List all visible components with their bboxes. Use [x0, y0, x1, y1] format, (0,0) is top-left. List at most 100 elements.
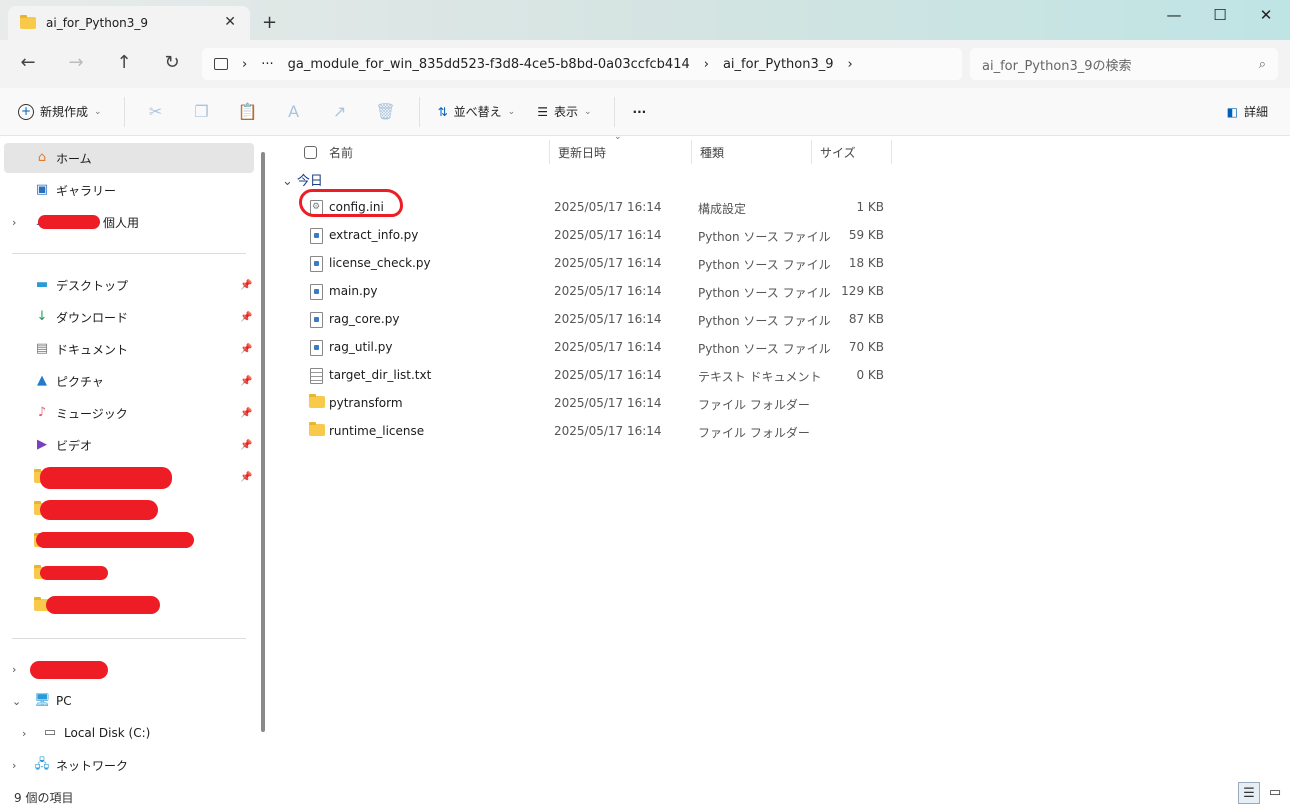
rename-icon[interactable]: A: [281, 102, 307, 121]
maximize-button[interactable]: ☐: [1205, 6, 1235, 24]
pin-icon[interactable]: 📌: [240, 472, 252, 483]
up-button[interactable]: ↑: [112, 52, 136, 73]
more-button[interactable]: ···: [633, 105, 647, 119]
file-type: テキスト ドキュメント: [698, 370, 822, 384]
back-button[interactable]: ←: [16, 52, 40, 73]
pin-icon[interactable]: 📌: [240, 440, 252, 451]
group-label: 今日: [296, 174, 323, 189]
file-name: license_check.py: [329, 256, 431, 270]
breadcrumb-overflow[interactable]: ···: [261, 57, 273, 72]
paste-icon[interactable]: 📋: [235, 102, 261, 121]
forward-button[interactable]: →: [64, 52, 88, 73]
details-view-button[interactable]: ☰: [1238, 782, 1260, 804]
close-tab-button[interactable]: ✕: [224, 14, 236, 30]
folder-icon: [20, 15, 36, 29]
chevron-right-icon[interactable]: ›: [22, 727, 26, 740]
file-row[interactable]: rag_core.py 2025/05/17 16:14 Python ソース ファ…: [272, 305, 892, 333]
copy-icon[interactable]: ❐: [189, 102, 215, 121]
column-label: 名前: [329, 145, 354, 160]
file-name: extract_info.py: [329, 228, 419, 242]
sidebar-item-redacted[interactable]: [0, 558, 260, 588]
status-bar: 9 個の項目: [0, 780, 1290, 807]
pin-icon[interactable]: 📌: [240, 312, 252, 323]
sidebar-item-redacted[interactable]: 📌: [0, 462, 260, 492]
file-size: 129 KB: [841, 284, 884, 298]
view-button[interactable]: ☰ 表示 ⌄: [537, 103, 591, 120]
sort-button[interactable]: ⇅ 並べ替え ⌄: [438, 103, 516, 120]
tab-ai-for-python[interactable]: ai_for_Python3_9 ✕: [8, 6, 250, 40]
file-row[interactable]: main.py 2025/05/17 16:14 Python ソース ファイル 12…: [272, 277, 892, 305]
chevron-right-icon[interactable]: ›: [12, 759, 16, 772]
sidebar-item-redacted[interactable]: ›: [0, 654, 260, 684]
pin-icon[interactable]: 📌: [240, 376, 252, 387]
new-button[interactable]: + 新規作成 ⌄: [18, 103, 102, 120]
navigation-pane: ⌂ホーム ▣ギャラリー ›☁個人用 ▬デスクトップ📌 ↓ダウンロード📌 ▤ドキュ…: [0, 137, 270, 780]
file-date: 2025/05/17 16:14: [554, 424, 662, 438]
details-label: 詳細: [1243, 105, 1268, 119]
divider: [12, 638, 246, 639]
file-type: ファイル フォルダー: [698, 398, 810, 412]
redaction: [40, 566, 108, 580]
close-window-button[interactable]: ✕: [1251, 6, 1281, 24]
pin-icon[interactable]: 📌: [240, 344, 252, 355]
new-tab-button[interactable]: +: [262, 12, 277, 33]
address-bar[interactable]: › ··· ga_module_for_win_835dd523-f3d8-4c…: [202, 48, 962, 80]
documents-icon: ▤: [35, 341, 49, 356]
pin-icon[interactable]: 📌: [240, 280, 252, 291]
file-size: 59 KB: [848, 228, 884, 242]
column-header-date[interactable]: 更新日時 ⌄: [550, 132, 692, 164]
chevron-down-icon: ⌄: [583, 106, 592, 117]
delete-icon[interactable]: 🗑: [373, 102, 399, 121]
sidebar-label: PC: [56, 694, 72, 708]
gallery-icon: ▣: [35, 182, 49, 197]
breadcrumb-ai-for-python[interactable]: ai_for_Python3_9: [723, 57, 834, 72]
details-pane-icon: ◧: [1226, 104, 1238, 119]
sort-label: 並べ替え: [453, 105, 502, 119]
file-row[interactable]: extract_info.py 2025/05/17 16:14 Python ソー…: [272, 221, 892, 249]
breadcrumb-ga-module[interactable]: ga_module_for_win_835dd523-f3d8-4ce5-b8b…: [288, 57, 690, 72]
column-label: 種類: [700, 145, 725, 160]
sidebar-item-home[interactable]: ⌂ ホーム: [4, 143, 254, 173]
file-date: 2025/05/17 16:14: [554, 340, 662, 354]
sidebar-scrollbar[interactable]: [261, 152, 265, 732]
breadcrumb-separator[interactable]: ›: [848, 57, 853, 72]
sidebar-label: ギャラリー: [56, 183, 117, 198]
share-icon[interactable]: ↗: [327, 102, 353, 121]
divider: [123, 96, 125, 127]
sidebar-item-redacted[interactable]: [0, 494, 260, 524]
file-row[interactable]: pytransform 2025/05/17 16:14 ファイル フォルダー: [272, 389, 892, 417]
column-header-type[interactable]: 種類: [692, 140, 812, 164]
breadcrumb-separator[interactable]: ›: [704, 57, 709, 72]
search-input[interactable]: ai_for_Python3_9の検索 ⌕: [970, 48, 1278, 80]
file-type: ファイル フォルダー: [698, 426, 810, 440]
chevron-right-icon[interactable]: ›: [12, 663, 16, 676]
column-header-name[interactable]: 名前: [296, 140, 550, 164]
minimize-button[interactable]: —: [1159, 6, 1189, 24]
details-button[interactable]: ◧ 詳細: [1227, 103, 1268, 120]
command-bar: + 新規作成 ⌄ ✂ ❐ 📋 A ↗ 🗑 ⇅ 並べ替え ⌄ ☰ 表示 ⌄ ··· ◧ 詳細: [0, 88, 1290, 136]
network-icon: 🖧: [34, 757, 50, 772]
sidebar-item-redacted[interactable]: [0, 590, 260, 620]
pin-icon[interactable]: 📌: [240, 408, 252, 419]
redaction: [36, 532, 194, 548]
search-icon: ⌕: [1258, 56, 1266, 72]
sidebar-item-redacted[interactable]: [0, 526, 260, 556]
chevron-right-icon[interactable]: ›: [12, 216, 16, 229]
file-row[interactable]: rag_util.py 2025/05/17 16:14 Python ソース ファ…: [272, 333, 892, 361]
redaction: [40, 500, 158, 520]
sidebar-label: Local Disk (C:): [64, 726, 151, 740]
cut-icon[interactable]: ✂: [143, 102, 169, 121]
column-header-size[interactable]: サイズ: [812, 140, 892, 164]
file-row[interactable]: target_dir_list.txt 2025/05/17 16:14 テキスト …: [272, 361, 892, 389]
select-all-checkbox[interactable]: [304, 145, 317, 159]
sort-icon: ⇅: [437, 104, 448, 119]
tiles-view-button[interactable]: ▭: [1264, 782, 1286, 804]
file-row[interactable]: runtime_license 2025/05/17 16:14 ファイル フォルダ…: [272, 417, 892, 445]
red-circle-annotation: [299, 189, 403, 217]
file-size: 0 KB: [856, 368, 884, 382]
group-header-today[interactable]: ⌄ 今日: [282, 170, 323, 189]
chevron-down-icon[interactable]: ⌄: [12, 695, 21, 708]
file-type: Python ソース ファイル: [698, 286, 831, 300]
file-row[interactable]: license_check.py 2025/05/17 16:14 Python ソ…: [272, 249, 892, 277]
refresh-button[interactable]: ↻: [160, 52, 184, 73]
